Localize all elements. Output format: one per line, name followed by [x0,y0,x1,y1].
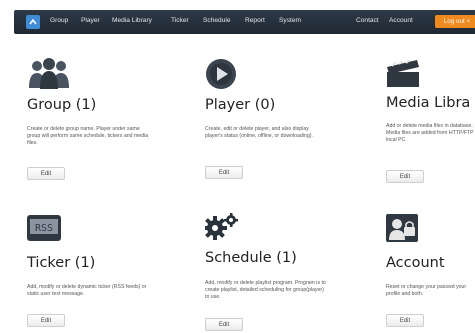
tile-group: Group (1) Create or delete group name. P… [27,58,167,183]
group-icon [29,58,69,89]
player-icon [206,59,236,89]
logout-button[interactable]: Log out × [435,15,475,28]
top-bar: Group Player Media Library Ticker Schedu… [0,0,475,40]
logo-icon[interactable] [26,15,40,29]
ticker-description: Add, modify or delete dynamic ticker (RS… [27,284,147,298]
group-edit-button[interactable]: Edit [27,167,65,180]
group-description: Create or delete group name. Player unde… [27,126,149,147]
gears-icon [205,213,238,240]
media-library-description: Add or delete media files in database. M… [386,123,474,144]
clapperboard-icon [387,59,419,87]
tile-player: Player (0) Create, edit or delete player… [205,58,345,183]
ticker-title: Ticker (1) [27,255,96,271]
ticker-edit-button[interactable]: Edit [27,314,65,327]
main-nav: Group Player Media Library Ticker Schedu… [14,10,475,34]
schedule-description: Add, modify or delete playlist program. … [205,280,326,301]
nav-schedule[interactable]: Schedule [203,17,231,24]
player-title: Player (0) [205,97,276,113]
account-description: Reset or change your passwd your profile… [386,284,467,298]
media-library-edit-button[interactable]: Edit [386,170,424,183]
nav-report[interactable]: Report [245,17,265,24]
player-edit-button[interactable]: Edit [205,166,243,179]
nav-system[interactable]: System [279,17,301,24]
nav-contact[interactable]: Contact [356,17,379,24]
svg-text:RSS: RSS [35,223,53,234]
tile-account: Account Reset or change your passwd your… [386,214,475,333]
nav-player[interactable]: Player [81,17,100,24]
rss-icon: RSS [27,215,61,241]
account-title: Account [386,255,445,271]
tile-ticker: RSS Ticker (1) Add, modify or delete dyn… [27,215,167,333]
schedule-edit-button[interactable]: Edit [205,318,243,331]
group-title: Group (1) [27,97,97,113]
nav-account[interactable]: Account [389,17,413,24]
tile-schedule: Schedule (1) Add, modify or delete playl… [205,212,345,333]
schedule-title: Schedule (1) [205,250,297,266]
nav-media-library[interactable]: Media Library [112,17,152,24]
account-icon [386,214,418,242]
nav-group[interactable]: Group [50,17,68,24]
nav-ticker[interactable]: Ticker [171,17,189,24]
tile-media-library: Media Libra Add or delete media files in… [386,58,475,188]
media-library-title: Media Libra [386,95,471,111]
player-description: Create, edit or delete player, and also … [205,126,313,140]
account-edit-button[interactable]: Edit [386,314,424,327]
